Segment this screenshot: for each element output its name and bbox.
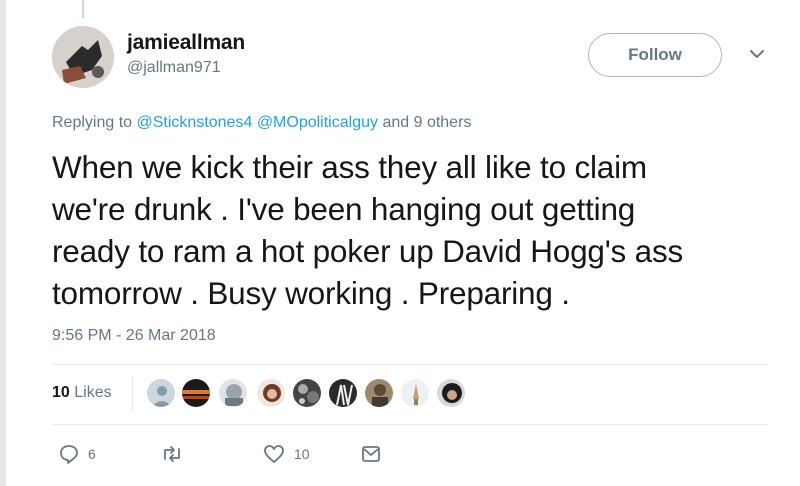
direct-message-action[interactable] [360,443,382,465]
liker-avatar[interactable] [256,378,286,408]
reply-icon [60,445,78,464]
liker-avatar-default[interactable] [146,378,176,408]
thread-connector-line [82,0,84,18]
likes-separator [132,376,133,412]
envelope-icon [362,446,380,462]
reply-context-prefix: Replying to [52,114,133,131]
retweet-icon [164,446,180,462]
author-avatar[interactable] [52,26,114,88]
likes-count-number: 10 [52,384,70,401]
window-left-edge [0,0,6,486]
liker-avatar[interactable] [181,378,211,408]
like-count: 10 [294,446,310,462]
liker-avatar[interactable] [400,378,430,408]
liker-avatar[interactable] [436,378,466,408]
tweet-text-line: When we kick their ass they all like to … [52,149,647,185]
follow-button[interactable]: Follow [588,33,722,77]
likes-count[interactable]: 10 Likes [52,384,112,402]
tweet-text-line: tomorrow . Busy working . Preparing . [52,275,570,311]
author-display-name[interactable]: jamieallman [127,31,245,55]
tweet-text: When we kick their ass they all like to … [52,146,772,314]
reply-action[interactable]: 6 [58,443,96,465]
likes-count-label: Likes [74,384,112,401]
divider [52,424,768,425]
reply-context-and: and [382,114,410,131]
tweet-text-line: ready to ram a hot poker up David Hogg's… [52,233,684,269]
chevron-down-icon[interactable] [747,47,767,63]
liker-avatar[interactable] [328,378,358,408]
tweet-timestamp[interactable]: 9:56 PM - 26 Mar 2018 [52,327,216,345]
reply-count: 6 [88,446,96,462]
reply-context: Replying to @Sticknstones4 @MOpoliticalg… [52,114,471,132]
heart-icon [264,445,284,463]
reply-others-link[interactable]: 9 others [414,114,472,131]
reply-mention-link[interactable]: @MOpoliticalguy [257,114,378,131]
divider [52,364,768,365]
retweet-action[interactable] [160,443,192,465]
reply-mention-link[interactable]: @Sticknstones4 [137,114,253,131]
author-handle[interactable]: @jallman971 [127,59,221,77]
liker-avatar[interactable] [218,378,248,408]
tweet-text-line: we're drunk . I've been hanging out gett… [52,191,636,227]
liker-avatar[interactable] [292,378,322,408]
liker-avatar[interactable] [364,378,394,408]
like-action[interactable]: 10 [262,443,310,465]
